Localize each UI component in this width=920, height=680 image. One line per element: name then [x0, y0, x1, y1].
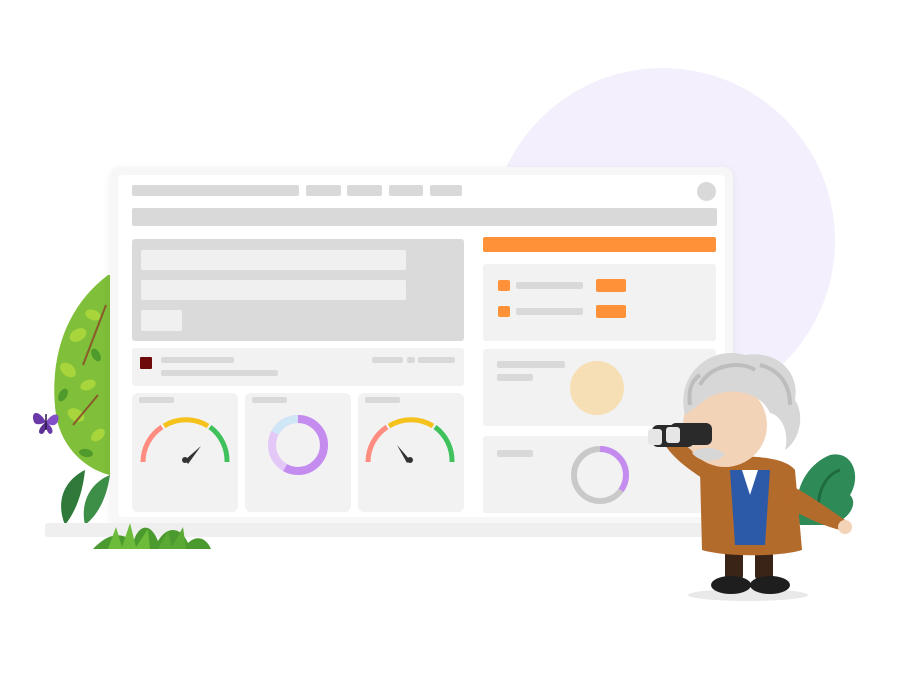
gauge-left — [140, 417, 230, 464]
nav-tab-placeholder-2[interactable] — [347, 185, 382, 196]
task-badge-1[interactable] — [596, 279, 626, 292]
task-label-placeholder-2 — [516, 308, 583, 315]
record-subtitle-placeholder — [161, 370, 278, 376]
gauge-card-right-label — [365, 397, 400, 403]
form-input-placeholder-2[interactable] — [141, 280, 406, 300]
task-checkbox-2[interactable] — [498, 306, 510, 317]
donut-card-label — [252, 397, 287, 403]
right-header-bar — [483, 237, 716, 252]
task-checkbox-1[interactable] — [498, 280, 510, 291]
record-row[interactable] — [132, 348, 464, 386]
metric-subtitle-placeholder — [497, 374, 533, 381]
record-title-placeholder — [161, 357, 234, 363]
form-button-placeholder[interactable] — [141, 310, 182, 331]
gauge-right — [365, 417, 455, 463]
grass-tuft-icon — [93, 523, 211, 549]
nav-tab-placeholder-3[interactable] — [389, 185, 423, 196]
gauge-card-left-label — [139, 397, 174, 403]
donut-right-panel — [571, 446, 629, 504]
einstein-character — [648, 353, 852, 601]
donut-center — [268, 415, 328, 475]
leafy-bush-icon — [54, 275, 110, 475]
record-meta-placeholder-3 — [418, 357, 455, 363]
task-list-panel — [483, 264, 716, 341]
nav-tab-placeholder-4[interactable] — [430, 185, 462, 196]
metric-circle-icon — [570, 361, 624, 415]
avatar[interactable] — [697, 182, 716, 201]
form-input-placeholder-1[interactable] — [141, 250, 406, 270]
record-meta-placeholder-1 — [372, 357, 403, 363]
search-bar-placeholder[interactable] — [132, 208, 717, 226]
butterfly-icon — [32, 412, 59, 434]
chart-title-placeholder — [497, 450, 533, 457]
record-marker-icon — [140, 357, 152, 369]
metric-title-placeholder — [497, 361, 565, 368]
nav-title-placeholder — [132, 185, 299, 196]
nav-tab-placeholder-1[interactable] — [306, 185, 341, 196]
task-label-placeholder-1 — [516, 282, 583, 289]
record-meta-placeholder-2 — [407, 357, 415, 363]
task-badge-2[interactable] — [596, 305, 626, 318]
